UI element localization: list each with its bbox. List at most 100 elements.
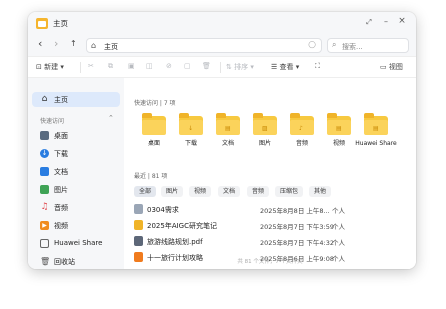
folder-pictures[interactable]: ▨ 图片 bbox=[245, 110, 285, 158]
folder-icon bbox=[134, 204, 143, 214]
sidebar: ⌂ 主页 快速访问 ⌃ 桌面 ↓ 下载 文档 图片 ♫ 音频 ▶ 视频 Huaw… bbox=[28, 78, 124, 269]
sidebar-item-label: 下载 bbox=[54, 150, 68, 158]
copy-icon[interactable]: ⧉ bbox=[108, 62, 113, 71]
file-owner: 个人 bbox=[332, 239, 345, 247]
rename-icon[interactable]: ⊘ bbox=[166, 62, 172, 70]
share-icon[interactable]: ◫ bbox=[146, 62, 153, 70]
layout-button[interactable]: ▭ 视图 bbox=[380, 62, 403, 72]
download-icon: ↓ bbox=[40, 149, 49, 158]
folder-outline-icon bbox=[40, 239, 49, 248]
sidebar-item-label: 文档 bbox=[54, 168, 68, 176]
sort-label: 排序 bbox=[234, 63, 249, 71]
trash-icon: 🗑 bbox=[40, 257, 51, 266]
folder-name: Huawei Share bbox=[355, 140, 397, 147]
sidebar-item-label: Huawei Share bbox=[54, 239, 103, 247]
file-owner: 个人 bbox=[332, 223, 345, 231]
search-box[interactable]: ⌕ 搜索... bbox=[327, 38, 409, 53]
pdf-file-icon bbox=[134, 236, 143, 246]
picture-icon bbox=[40, 185, 49, 194]
new-button[interactable]: ⊡ 新建 ▾ bbox=[36, 62, 64, 72]
sidebar-item-desktop[interactable]: 桌面 bbox=[32, 128, 120, 143]
filter-pictures[interactable]: 图片 bbox=[161, 186, 184, 197]
filter-bar: 全部 图片 视频 文档 音频 压缩包 其他 bbox=[134, 186, 412, 197]
video-icon: ▶ bbox=[40, 221, 49, 230]
main-content: 快速访问 | 7 项 桌面 ↓ 下载 ▤ 文档 ▨ 图片 ♪ 音频 ▤ 视频 ▤… bbox=[124, 78, 416, 269]
music-icon: ♫ bbox=[40, 202, 49, 212]
title-bar: 主页 ⤢ – × bbox=[28, 12, 416, 36]
sidebar-item-music[interactable]: ♫ 音频 bbox=[32, 200, 120, 215]
new-label: 新建 bbox=[44, 63, 59, 71]
delete-icon[interactable]: 🗑 bbox=[202, 62, 211, 70]
sidebar-item-videos[interactable]: ▶ 视频 bbox=[32, 218, 120, 233]
folder-huawei-share[interactable]: ▤ Huawei Share bbox=[355, 110, 397, 158]
file-date: 2025年8月8日 上午8... bbox=[260, 207, 330, 215]
layout-icon: ▭ bbox=[380, 63, 387, 71]
file-row[interactable]: 旅游线路规划.pdf 2025年8月7日 下午4:32 个人 bbox=[134, 234, 412, 248]
new-icon: ⊡ bbox=[36, 63, 42, 71]
file-name: 0304需求 bbox=[147, 206, 179, 214]
sidebar-item-label: 回收站 bbox=[54, 258, 75, 266]
folder-desktop[interactable]: 桌面 bbox=[134, 110, 174, 158]
window-title: 主页 bbox=[53, 19, 68, 28]
refresh-icon[interactable]: ○ bbox=[308, 40, 316, 50]
home-icon: ⌂ bbox=[91, 41, 97, 50]
filter-audio[interactable]: 音频 bbox=[247, 186, 270, 197]
chevron-down-icon: ▾ bbox=[60, 63, 64, 71]
sidebar-item-label: 桌面 bbox=[54, 132, 68, 140]
sidebar-item-huawei-share[interactable]: Huawei Share bbox=[32, 236, 120, 251]
chevron-up-icon[interactable]: ⌃ bbox=[108, 114, 114, 122]
minimize-icon[interactable]: – bbox=[379, 17, 393, 26]
close-icon[interactable]: × bbox=[395, 16, 409, 26]
folder-download[interactable]: ↓ 下载 bbox=[171, 110, 211, 158]
paste-icon[interactable]: ▣ bbox=[128, 62, 135, 70]
note-file-icon bbox=[134, 220, 143, 230]
folder-documents[interactable]: ▤ 文档 bbox=[208, 110, 248, 158]
home-icon: ⌂ bbox=[41, 94, 48, 104]
fullscreen-icon[interactable]: ⛶ bbox=[315, 62, 320, 71]
search-input[interactable]: 搜索... bbox=[342, 42, 363, 52]
chevron-down-icon: ▾ bbox=[295, 63, 300, 71]
forward-button[interactable]: › bbox=[54, 37, 58, 50]
sidebar-item-label: 视频 bbox=[54, 222, 68, 230]
toolbar-divider bbox=[220, 62, 221, 73]
recent-title: 最近 | 81 项 bbox=[134, 173, 168, 180]
filter-documents[interactable]: 文档 bbox=[218, 186, 241, 197]
navigation-bar: ‹ › ↑ ⌂ 主页 ○ ⌕ 搜索... bbox=[28, 36, 416, 56]
file-row[interactable]: 2025年AIGC研究笔记 2025年8月7日 下午3:59 个人 bbox=[134, 218, 412, 232]
folder-music[interactable]: ♪ 音频 bbox=[282, 110, 322, 158]
details-icon[interactable]: ▢ bbox=[184, 62, 191, 70]
address-text: 主页 bbox=[104, 43, 118, 51]
file-date: 2025年8月7日 下午3:59 bbox=[260, 223, 334, 231]
status-bar: 共 81 个文件，7 个文件夹 bbox=[237, 259, 303, 265]
back-button[interactable]: ‹ bbox=[38, 37, 42, 50]
filter-videos[interactable]: 视频 bbox=[189, 186, 212, 197]
filter-archives[interactable]: 压缩包 bbox=[275, 186, 304, 197]
sidebar-item-documents[interactable]: 文档 bbox=[32, 164, 120, 179]
up-button[interactable]: ↑ bbox=[70, 39, 77, 48]
sidebar-item-home[interactable]: ⌂ 主页 bbox=[32, 92, 120, 107]
quick-access-title: 快速访问 | 7 项 bbox=[134, 100, 176, 107]
sidebar-item-recycle-bin[interactable]: 🗑 回收站 bbox=[32, 254, 120, 269]
file-date: 2025年8月7日 下午4:32 bbox=[260, 239, 334, 247]
file-manager-window: 主页 ⤢ – × ‹ › ↑ ⌂ 主页 ○ ⌕ 搜索... ⊡ 新建 ▾ ✂ ⧉… bbox=[28, 12, 416, 269]
chevron-down-icon: ▾ bbox=[250, 63, 254, 71]
desktop-folder-icon bbox=[142, 113, 166, 135]
sort-button[interactable]: ⇅ 排序 ▾ bbox=[226, 62, 254, 72]
toolbar: ⊡ 新建 ▾ ✂ ⧉ ▣ ◫ ⊘ ▢ 🗑 ⇅ 排序 ▾ ☰ 查看 ▾ ⛶ ▭ 视… bbox=[28, 56, 416, 78]
folder-videos[interactable]: ▤ 视频 bbox=[319, 110, 359, 158]
restore-icon[interactable]: ⤢ bbox=[362, 18, 376, 27]
desktop-icon bbox=[40, 131, 49, 140]
toolbar-divider bbox=[80, 62, 81, 73]
filter-other[interactable]: 其他 bbox=[309, 186, 332, 197]
sort-icon: ⇅ bbox=[226, 63, 232, 71]
cut-icon[interactable]: ✂ bbox=[88, 62, 94, 70]
view-button[interactable]: ☰ 查看 ▾ bbox=[271, 62, 299, 72]
file-row[interactable]: 0304需求 2025年8月8日 上午8... 个人 bbox=[134, 202, 412, 216]
sidebar-item-pictures[interactable]: 图片 bbox=[32, 182, 120, 197]
address-bar[interactable]: ⌂ 主页 ○ bbox=[86, 38, 322, 53]
sidebar-item-download[interactable]: ↓ 下载 bbox=[32, 146, 120, 161]
view-label: 查看 bbox=[279, 63, 294, 71]
sidebar-item-label: 图片 bbox=[54, 186, 68, 194]
view-icon: ☰ bbox=[271, 63, 278, 71]
filter-all[interactable]: 全部 bbox=[134, 186, 157, 197]
